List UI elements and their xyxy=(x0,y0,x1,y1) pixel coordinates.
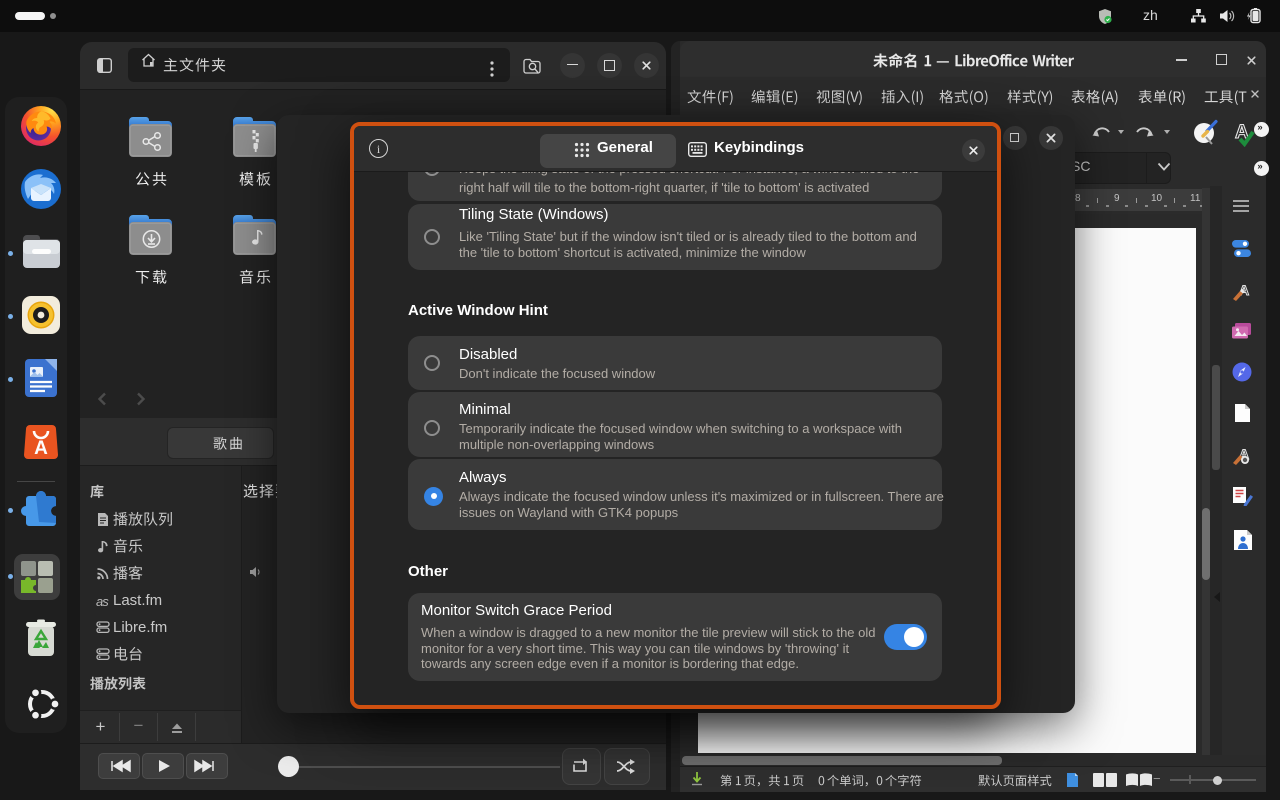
svg-text:A: A xyxy=(34,438,48,459)
